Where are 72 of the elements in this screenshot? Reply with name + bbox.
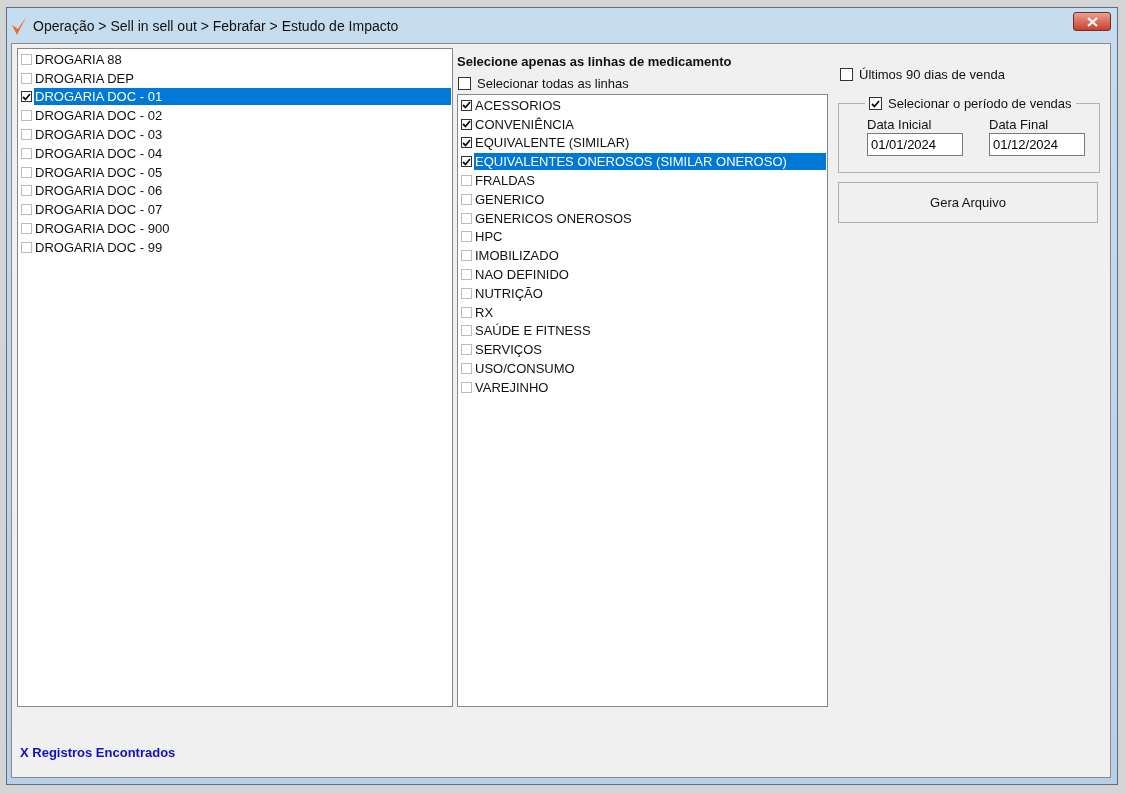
checkbox[interactable] <box>21 241 32 253</box>
checkbox[interactable] <box>461 156 472 168</box>
checkbox[interactable] <box>21 204 32 216</box>
field-label: Data Final <box>989 117 1050 132</box>
field-label: Data Inicial <box>867 117 933 132</box>
list-item[interactable]: DROGARIA DOC - 07 <box>34 201 451 219</box>
list-item[interactable]: HPC <box>474 228 826 246</box>
checkbox[interactable] <box>840 68 853 81</box>
list-item[interactable]: DROGARIA DEP <box>34 69 451 87</box>
checkbox[interactable] <box>21 185 32 197</box>
checkbox[interactable] <box>461 137 472 149</box>
list-item[interactable]: DROGARIA 88 <box>34 50 451 68</box>
list-item[interactable]: CONVENIÊNCIA <box>474 115 826 133</box>
checkbox[interactable] <box>461 118 472 130</box>
checkbox[interactable] <box>21 223 32 235</box>
generate-file-button[interactable]: Gera Arquivo <box>838 182 1098 223</box>
checkbox[interactable] <box>21 129 32 141</box>
list-item[interactable]: DROGARIA DOC - 900 <box>34 220 451 238</box>
date-field[interactable]: 01/01/2024 <box>867 133 963 156</box>
list-item[interactable]: DROGARIA DOC - 02 <box>34 107 451 125</box>
checkbox[interactable] <box>21 110 32 122</box>
checkbox[interactable] <box>461 344 472 356</box>
checkbox[interactable] <box>461 325 472 337</box>
checkbox[interactable] <box>21 91 32 103</box>
checkbox[interactable] <box>21 166 32 178</box>
checkbox[interactable] <box>461 306 472 318</box>
list-item[interactable]: NAO DEFINIDO <box>474 266 826 284</box>
list-item[interactable]: RX <box>474 303 826 321</box>
status-text: X Registros Encontrados <box>20 745 177 760</box>
checkbox[interactable] <box>461 212 472 224</box>
close-button[interactable] <box>1073 12 1111 31</box>
list-item[interactable]: GENERICO <box>474 190 826 208</box>
section-heading: Selecione apenas as linhas de medicamento <box>457 54 733 69</box>
checkbox[interactable] <box>21 147 32 159</box>
checkbox[interactable] <box>461 381 472 393</box>
list-item[interactable]: SAÚDE E FITNESS <box>474 322 826 340</box>
checkbox[interactable] <box>461 175 472 187</box>
checkbox[interactable] <box>461 250 472 262</box>
list-item[interactable]: NUTRIÇÃO <box>474 284 826 302</box>
list-item[interactable]: EQUIVALENTE (SIMILAR) <box>474 134 826 152</box>
checkbox[interactable] <box>458 77 471 90</box>
checkbox[interactable] <box>21 53 32 65</box>
list-item[interactable]: DROGARIA DOC - 03 <box>34 126 451 144</box>
list-item[interactable]: SERVIÇOS <box>474 341 826 359</box>
close-icon <box>1086 16 1098 27</box>
checkbox[interactable] <box>461 193 472 205</box>
checkbox[interactable] <box>461 269 472 281</box>
list-item[interactable]: DROGARIA DOC - 06 <box>34 182 451 200</box>
checkbox-label[interactable]: Selecionar o período de vendas <box>888 96 1072 111</box>
checkbox[interactable] <box>461 363 472 375</box>
list-item[interactable]: DROGARIA DOC - 04 <box>34 144 451 162</box>
list-item[interactable]: VAREJINHO <box>474 378 826 396</box>
list-item[interactable]: FRALDAS <box>474 172 826 190</box>
checkbox-label[interactable]: Últimos 90 dias de venda <box>859 67 1005 82</box>
medication-line-list[interactable] <box>457 94 828 707</box>
list-item[interactable]: USO/CONSUMO <box>474 360 826 378</box>
checkbox-label[interactable]: Selecionar todas as linhas <box>477 76 629 91</box>
list-item[interactable]: DROGARIA DOC - 01 <box>34 88 451 106</box>
list-item[interactable]: IMOBILIZADO <box>474 247 826 265</box>
list-item[interactable]: ACESSORIOS <box>474 96 826 114</box>
list-item[interactable]: EQUIVALENTES ONEROSOS (SIMILAR ONEROSO) <box>474 153 826 171</box>
list-item[interactable]: DROGARIA DOC - 05 <box>34 163 451 181</box>
checkbox[interactable] <box>461 99 472 111</box>
date-field[interactable]: 01/12/2024 <box>989 133 1085 156</box>
store-list[interactable]: DROGARIA 88 DROGARIA DEP DROGARIA DOC - 01 DROGARIA DOC - 02 DROGARIA DOC - 03 DROGARIA DOC - 04 DROGARIA DOC - 05 DROGARIA DOC - 06 DROGARIA DOC - 07 DROGARIA DOC - 900 DROGARIA DOC - 99 <box>17 48 453 707</box>
checkbox[interactable] <box>461 231 472 243</box>
checkbox[interactable] <box>21 72 32 84</box>
list-item[interactable]: DROGARIA DOC - 99 <box>34 238 451 256</box>
list-item[interactable]: GENERICOS ONEROSOS <box>474 209 826 227</box>
window-title: Operação > Sell in sell out > Febrafar > Estudo de Impacto <box>33 17 400 34</box>
checkbox[interactable] <box>461 287 472 299</box>
checkbox[interactable] <box>869 97 882 110</box>
